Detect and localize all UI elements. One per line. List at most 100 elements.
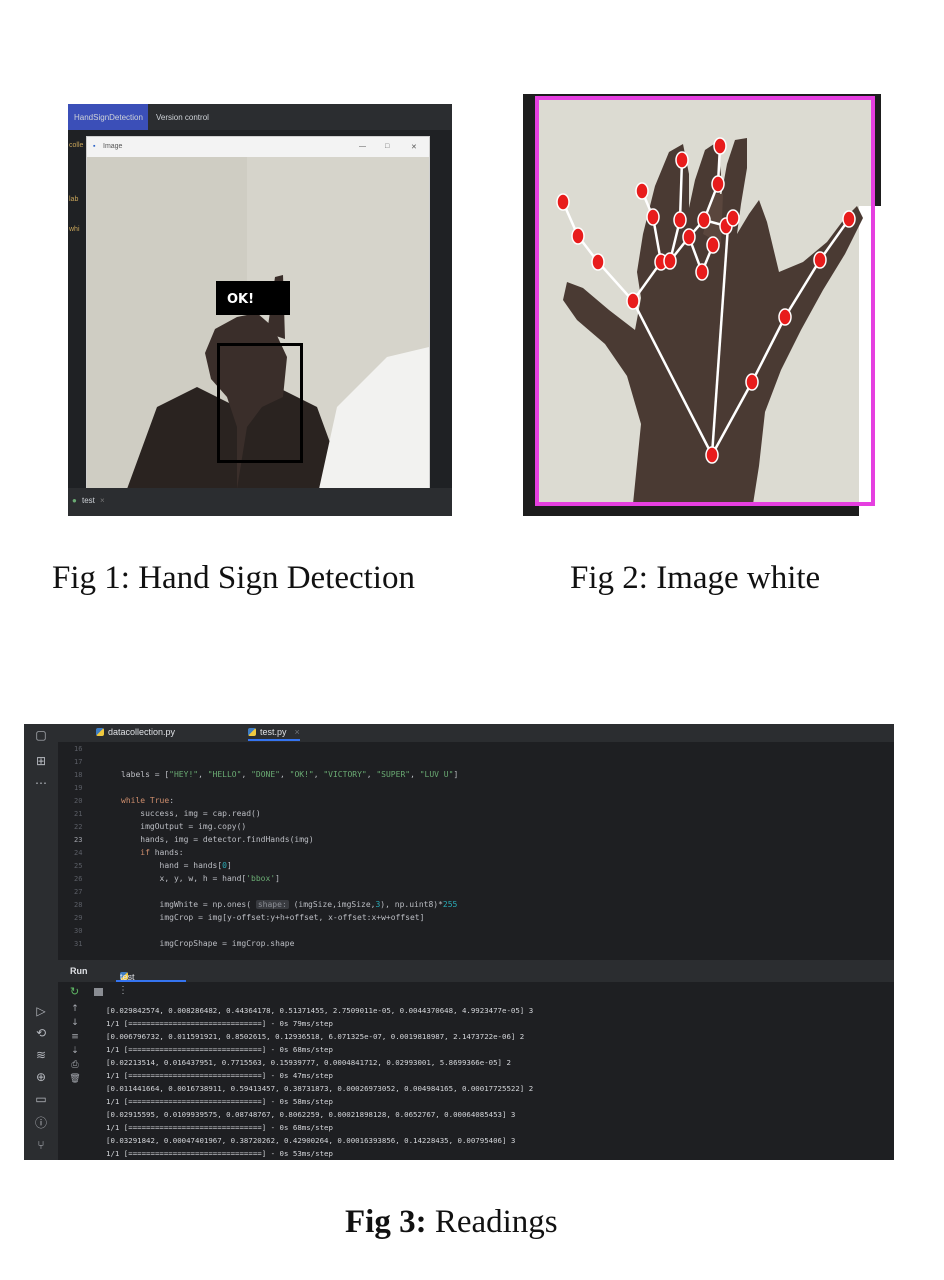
ide-left-toolbar: ▢ ⊞ ⋯ ▷ ⟲ ≋ ⊕ ▭ ⓘ ⑂ [24,724,58,1160]
stop-icon[interactable] [94,988,103,996]
problems-icon[interactable]: ⓘ [32,1116,50,1130]
code-editor[interactable]: 16 17 18 labels = ["HEY!", "HELLO", "DONE",… [58,742,894,960]
tab-close-icon[interactable]: × [100,496,105,505]
side-text-1: colle [69,142,84,149]
console-line: 1/1 [==============================] - 0… [106,1097,333,1106]
tab-close-icon[interactable]: × [295,727,300,737]
tab-label: datacollection.py [108,727,176,737]
print-icon[interactable]: ⎙ [68,1060,82,1070]
detection-label-text: OK! [227,292,255,307]
console-line: 1/1 [==============================] - 0… [106,1149,333,1158]
figure-2-image [523,94,881,516]
run-toolbar: ● test × [68,488,452,516]
run-tab-test[interactable]: test [82,496,95,505]
run-label: Run [70,966,88,976]
code-line: hands, img = detector.findHands(img) [121,835,314,844]
console-line: [0.006796732, 0.011591921, 0.8502615, 0.… [106,1032,525,1041]
line-number: 30 [74,927,83,935]
line-number: 22 [74,823,83,831]
side-text-3: whi [69,226,80,233]
line-number: 17 [74,758,83,766]
ide-topbar: HandSignDetection Version control [68,104,452,130]
terminal-icon[interactable]: ▭ [32,1092,50,1106]
minimize-icon[interactable]: — [359,143,366,150]
console-line: 1/1 [==============================] - 0… [106,1045,333,1054]
console-line: [0.029842574, 0.008286482, 0.44364178, 0… [106,1006,534,1015]
run-icon[interactable]: ▷ [32,1004,50,1018]
project-selector[interactable]: HandSignDetection [68,104,148,130]
line-number: 26 [74,875,83,883]
line-number: 21 [74,810,83,818]
code-line: success, img = cap.read() [121,809,261,818]
structure-icon[interactable]: ⊞ [32,754,50,768]
console-side-toolbar: ↑ ↓ ≡ ⇣ ⎙ 🗑 [58,1002,98,1160]
scroll-up-icon[interactable]: ↑ [68,1004,82,1014]
figure-3-caption-label: Fig 3: [345,1204,427,1240]
code-line: imgWhite = np.ones( shape: (imgSize,imgS… [121,900,458,909]
console-line: [0.02213514, 0.016437951, 0.7715563, 0.1… [106,1058,511,1067]
line-number: 23 [74,836,83,844]
console-line: [0.02915595, 0.0109939575, 0.08748767, 0… [106,1110,516,1119]
hand-landmarks-image [523,94,881,516]
line-number: 16 [74,745,83,753]
code-line: imgCropShape = imgCrop.shape [121,939,295,948]
soft-wrap-icon[interactable]: ≡ [68,1032,82,1042]
figure-3-caption-text: Readings [426,1204,558,1240]
tab-test[interactable]: test.py × [248,727,300,741]
folder-icon[interactable]: ▢ [32,728,50,742]
console-line: 1/1 [==============================] - 0… [106,1123,333,1132]
scroll-down-icon[interactable]: ↓ [68,1018,82,1028]
maximize-icon[interactable]: □ [385,143,389,150]
side-text-2: lab [69,196,79,203]
console-line: 1/1 [==============================] - 0… [106,1019,333,1028]
tab-datacollection[interactable]: datacollection.py [96,727,175,737]
window-title: Image [103,143,123,150]
run-toolbar: ↻ ⋮ [58,982,894,1002]
figure-3-caption: Fig 3: Readings [345,1204,558,1241]
services-icon[interactable]: ⊕ [32,1070,50,1084]
run-panel-header: Run test × [58,960,894,982]
figure-1-caption: Fig 1: Hand Sign Detection [52,560,415,596]
run-console[interactable]: ↑ ↓ ≡ ⇣ ⎙ 🗑 1/1 [=======================… [58,1002,894,1160]
editor-side-text: colle lab whi [68,130,86,490]
line-number: 20 [74,797,83,805]
code-line: if hands: [140,848,184,857]
project-name: HandSignDetection [74,113,143,122]
more-options-icon[interactable]: ⋮ [118,985,128,996]
code-line: while True: [121,796,175,805]
python-packages-icon[interactable]: ⟲ [32,1026,50,1040]
close-icon[interactable]: ✕ [411,143,417,151]
image-window: ▪ Image — □ ✕ OK! [86,136,430,490]
rerun-icon[interactable]: ↻ [70,985,79,998]
line-number: 27 [74,888,83,896]
figure-1-screenshot: HandSignDetection Version control colle … [68,104,452,516]
python-file-icon [96,728,104,736]
code-line: labels = ["HEY!", "HELLO", "DONE", "OK!"… [121,770,459,779]
figure-2-caption: Fig 2: Image white [570,560,821,596]
scroll-to-end-icon[interactable]: ⇣ [68,1046,82,1056]
layers-icon[interactable]: ≋ [32,1048,50,1062]
vcs-menu[interactable]: Version control [156,113,209,122]
line-number: 24 [74,849,83,857]
image-window-titlebar: ▪ Image — □ ✕ [87,137,429,157]
tab-label: test.py [260,727,287,737]
python-icon: ● [72,496,77,505]
git-icon[interactable]: ⑂ [32,1138,50,1152]
hand-bounding-box [217,343,303,463]
line-number: 29 [74,914,83,922]
code-line: imgOutput = img.copy() [121,822,247,831]
line-number: 18 [74,771,83,779]
line-number: 31 [74,940,83,948]
line-number: 19 [74,784,83,792]
console-line: [0.011441664, 0.0016738911, 0.59413457, … [106,1084,534,1093]
window-icon: ▪ [93,143,96,150]
more-icon[interactable]: ⋯ [32,776,50,790]
console-line: 1/1 [==============================] - 0… [106,1071,333,1080]
trash-icon[interactable]: 🗑 [68,1074,82,1084]
editor-tabs: datacollection.py test.py × [58,724,894,742]
code-line: hand = hands[0] [121,861,232,870]
console-line: [0.03291842, 0.00047401967, 0.38720262, … [106,1136,516,1145]
code-line: imgCrop = img[y-offset:y+h+offset, x-off… [121,913,425,922]
line-number: 28 [74,901,83,909]
camera-feed: OK! [87,157,429,489]
